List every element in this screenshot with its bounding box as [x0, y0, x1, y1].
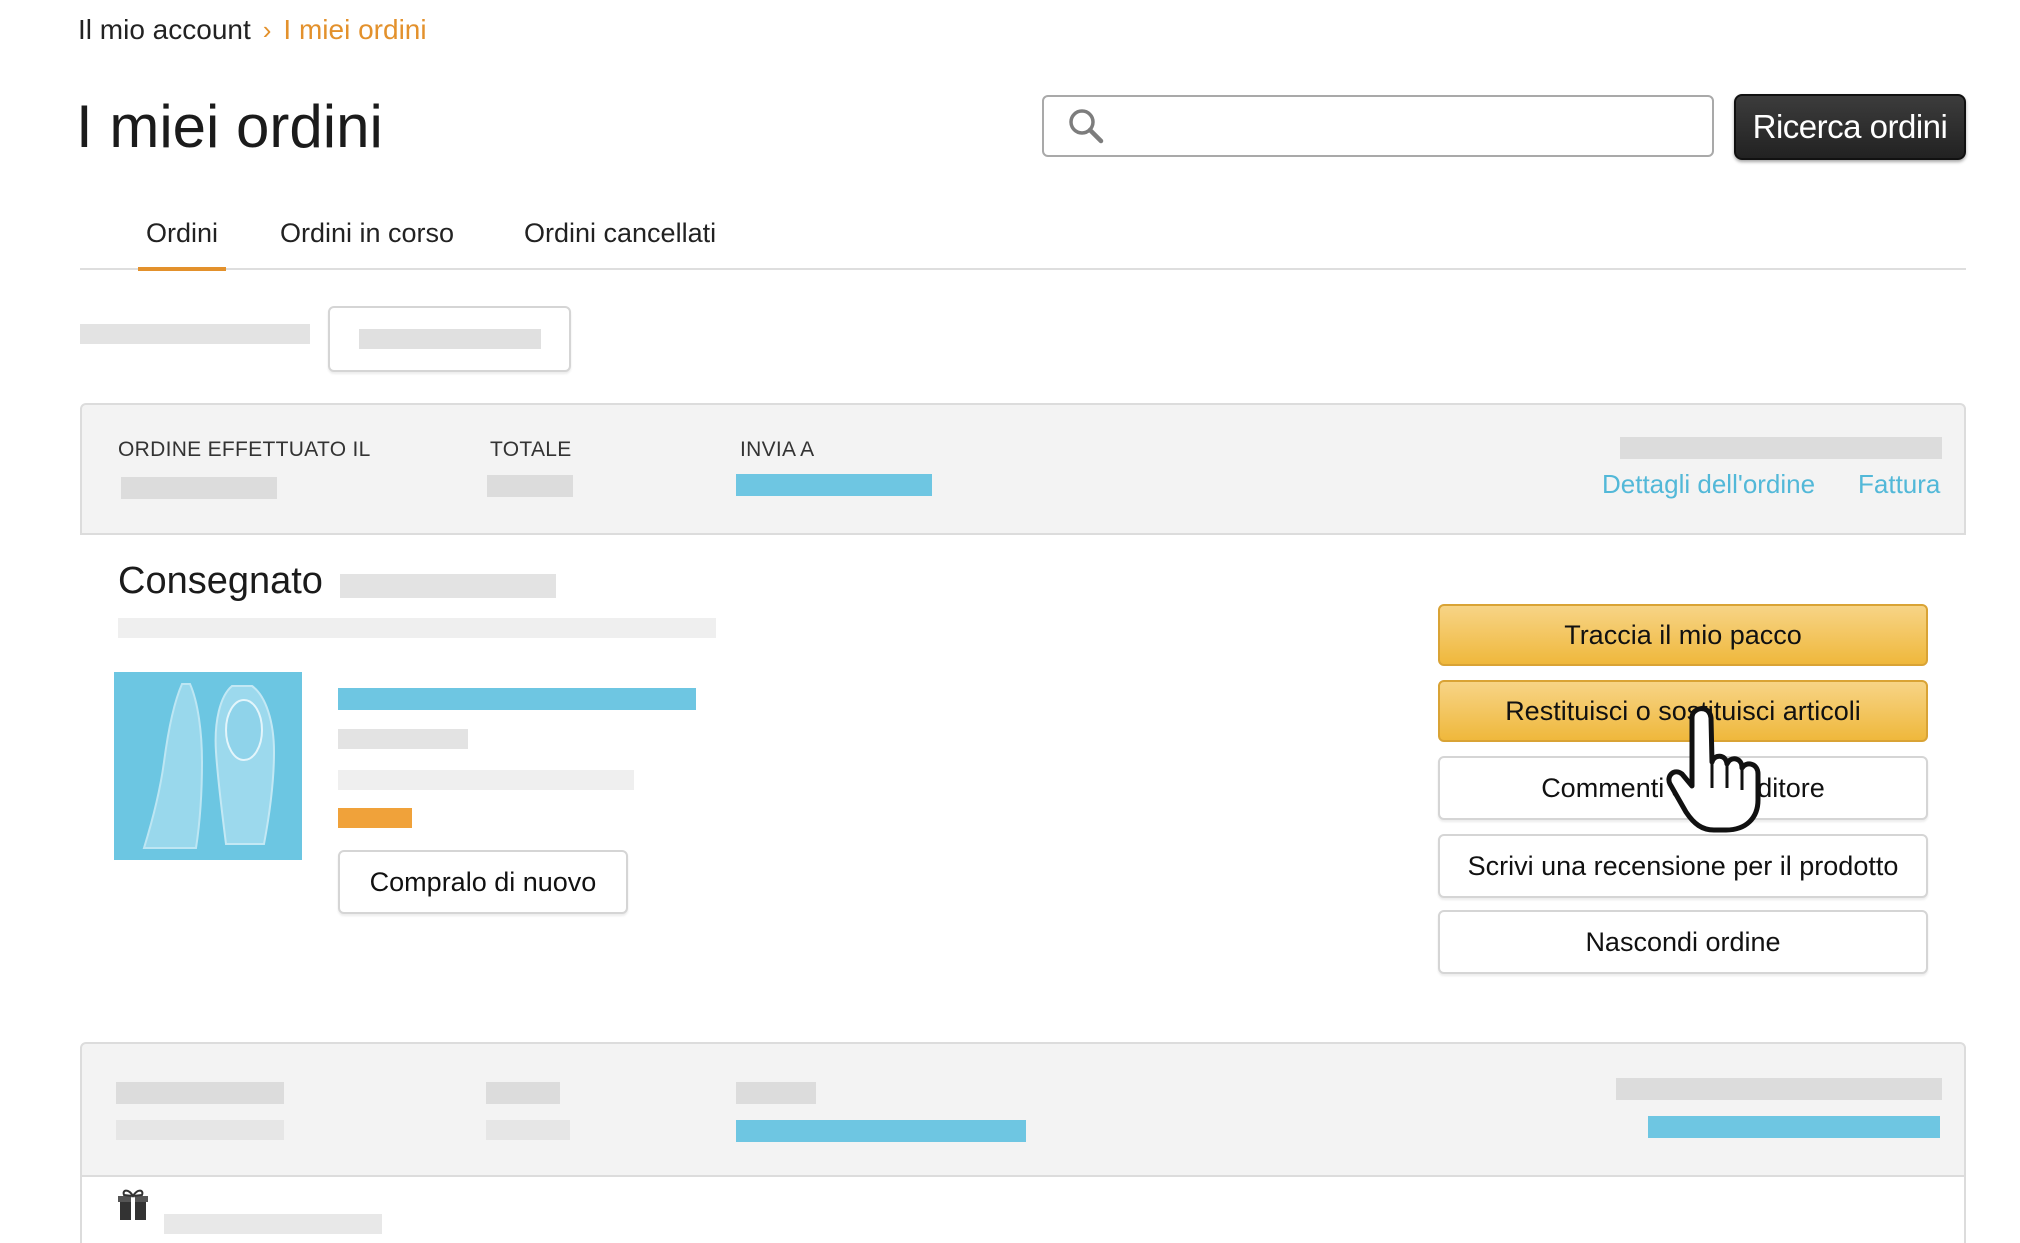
- ship-to-label: INVIA A: [740, 438, 815, 461]
- delivery-date-placeholder: [340, 574, 556, 598]
- time-filter-placeholder: [358, 329, 541, 349]
- order2-note-placeholder: [164, 1214, 382, 1234]
- write-review-button[interactable]: Scrivi una recensione per il prodotto: [1438, 834, 1928, 898]
- tab-orders[interactable]: Ordini: [137, 218, 227, 271]
- product-image[interactable]: [114, 672, 302, 860]
- breadcrumb-current: I miei ordini: [283, 14, 427, 45]
- order-date-placeholder: [121, 477, 277, 499]
- tab-cancelled-orders[interactable]: Ordini cancellati: [524, 218, 716, 249]
- order-number-placeholder: [1620, 437, 1942, 459]
- product-return-window-placeholder: [338, 770, 634, 790]
- order-total-label: TOTALE: [490, 438, 572, 461]
- hand-pointer-icon: [1666, 706, 1761, 833]
- breadcrumb: Il mio account › I miei ordini: [78, 14, 427, 46]
- tab-open-orders[interactable]: Ordini in corso: [280, 218, 454, 249]
- track-package-button[interactable]: Traccia il mio pacco: [1438, 604, 1928, 666]
- search-icon: [1069, 109, 1104, 144]
- search-orders-button[interactable]: Ricerca ordini: [1734, 94, 1966, 160]
- ship-to-name-link[interactable]: [736, 474, 932, 496]
- delivery-note-placeholder: [118, 618, 716, 638]
- order-tabs: Ordini Ordini in corso Ordini cancellati: [80, 218, 1966, 271]
- order-details-link[interactable]: Dettagli dell'ordine: [1602, 469, 1815, 500]
- product-price-placeholder: [338, 808, 412, 828]
- search-input[interactable]: [1114, 96, 1712, 156]
- order2-date-label-placeholder: [116, 1082, 284, 1104]
- time-filter-dropdown[interactable]: [328, 306, 571, 372]
- order2-ship-to-label-placeholder: [736, 1082, 816, 1104]
- hide-order-button[interactable]: Nascondi ordine: [1438, 910, 1928, 974]
- orders-count-placeholder: [80, 324, 310, 344]
- breadcrumb-separator: ›: [262, 14, 272, 45]
- order2-total-label-placeholder: [486, 1082, 560, 1104]
- order2-date-placeholder: [116, 1120, 284, 1140]
- order2-total-placeholder: [486, 1120, 570, 1140]
- product-seller-placeholder: [338, 729, 468, 749]
- gift-icon: [118, 1189, 148, 1220]
- order2-ship-to-link[interactable]: [736, 1120, 1026, 1142]
- breadcrumb-root-link[interactable]: Il mio account: [78, 14, 251, 46]
- shoe-icon: [142, 683, 276, 849]
- order-header: ORDINE EFFETTUATO IL TOTALE INVIA A Dett…: [80, 403, 1966, 535]
- invoice-link[interactable]: Fattura: [1858, 469, 1940, 500]
- buy-again-button[interactable]: Compralo di nuovo: [338, 850, 628, 914]
- order2-number-placeholder: [1616, 1078, 1942, 1100]
- order-total-placeholder: [487, 475, 573, 497]
- product-title-link[interactable]: [338, 688, 696, 710]
- page-title: I miei ordini: [76, 93, 383, 160]
- order-header-2: [80, 1042, 1966, 1177]
- order-placed-label: ORDINE EFFETTUATO IL: [118, 438, 371, 461]
- delivery-status: Consegnato: [118, 560, 323, 602]
- order2-details-link[interactable]: [1648, 1116, 1940, 1138]
- search-box: [1042, 95, 1714, 157]
